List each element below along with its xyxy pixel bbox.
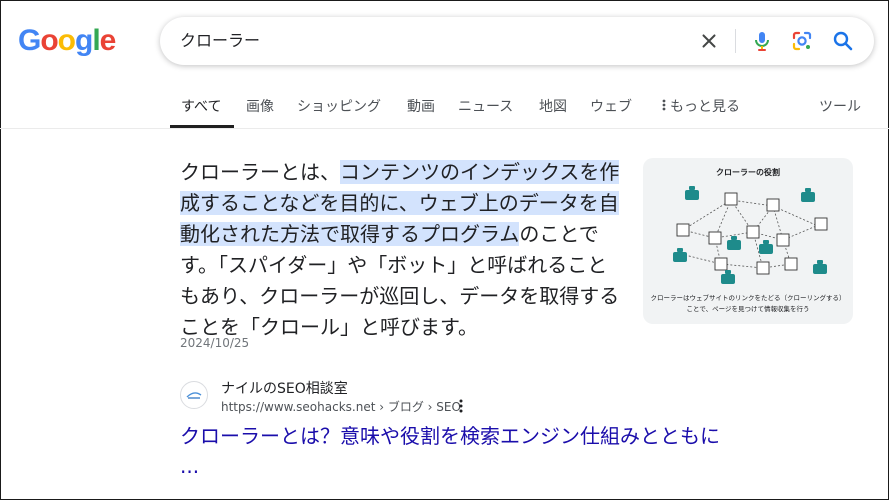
site-name[interactable]: ナイルのSEO相談室 <box>221 378 348 398</box>
site-url[interactable]: https://www.seohacks.net › ブログ › SEO <box>221 398 461 415</box>
more-vert-icon <box>662 99 666 111</box>
tab-shopping[interactable]: ショッピング <box>297 96 381 116</box>
close-icon[interactable] <box>698 30 720 52</box>
thumbnail-caption: クローラーはウェブサイトのリンクをたどる（クローリングする） ことで、ページを見つ… <box>643 293 853 315</box>
result-title-line-1: クローラーとは？意味や役割を検索エンジン仕組みとともに <box>180 424 720 448</box>
tab-web[interactable]: ウェブ <box>590 96 632 116</box>
tab-videos[interactable]: 動画 <box>407 96 435 116</box>
microphone-icon[interactable] <box>750 29 774 53</box>
snippet-date: 2024/10/25 <box>180 336 250 350</box>
caption-line-1: クローラーはウェブサイトのリンクをたどる（クローリングする） <box>650 294 846 302</box>
web-pages <box>676 192 828 275</box>
thumbnail-title: クローラーの役割 <box>716 168 780 177</box>
featured-snippet-text: クローラーとは、コンテンツのインデックスを作成することなどを目的に、ウェブ上のデ… <box>180 157 626 343</box>
tab-all[interactable]: すべて <box>181 96 221 116</box>
logo-letter: g <box>75 24 93 57</box>
logo-letter: e <box>99 24 117 57</box>
tab-news[interactable]: ニュース <box>458 96 513 116</box>
logo-letter: o <box>57 24 76 57</box>
snippet-thumbnail[interactable]: クローラーの役割 クローラーはウェブサイトのリンクをたどる（クローリングする） こ… <box>643 158 853 324</box>
google-lens-icon[interactable] <box>790 29 814 53</box>
caption-line-2: ことで、ページを見つけて情報収集を行う <box>686 305 810 313</box>
tab-more-label: もっと見る <box>670 99 740 115</box>
seohacks-logo-icon <box>186 392 202 399</box>
tab-more[interactable]: もっと見る <box>661 96 740 116</box>
search-divider <box>735 29 736 53</box>
tab-maps[interactable]: 地図 <box>539 96 567 116</box>
logo-letter: o <box>40 24 58 57</box>
site-favicon[interactable] <box>180 381 208 409</box>
more-options-icon[interactable] <box>457 398 465 414</box>
tab-images[interactable]: 画像 <box>246 96 274 116</box>
search-icon[interactable] <box>831 29 855 53</box>
google-logo[interactable]: Google <box>18 24 117 58</box>
logo-letter: G <box>18 24 41 57</box>
search-box[interactable] <box>160 17 874 65</box>
snippet-lead: クローラーとは、 <box>180 160 340 184</box>
logo-letter: l <box>92 24 100 57</box>
search-input[interactable] <box>180 17 660 65</box>
result-title-link[interactable]: クローラーとは？意味や役割を検索エンジン仕組みとともに... <box>180 421 830 481</box>
tab-tools[interactable]: ツール <box>819 96 861 116</box>
crawler-diagram <box>673 186 828 284</box>
active-tab-indicator <box>170 125 234 128</box>
result-title-line-2: ... <box>180 454 200 478</box>
search-tabs: すべて 画像 ショッピング 動画 ニュース 地図 ウェブ もっと見る ツール <box>0 92 889 129</box>
